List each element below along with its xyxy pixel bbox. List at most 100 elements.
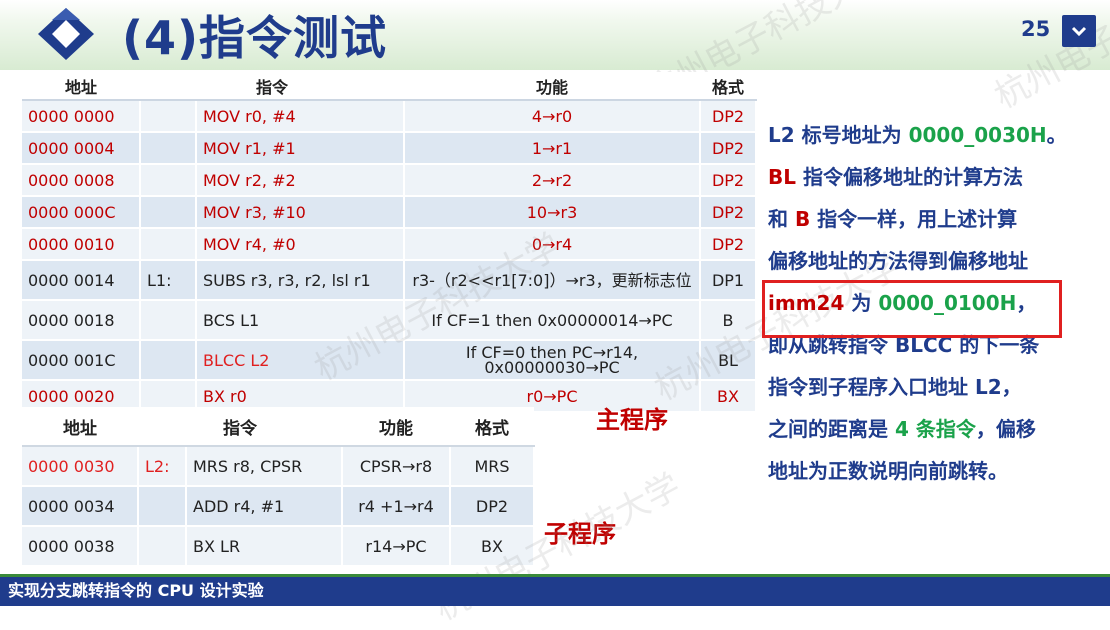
- label-cell: [140, 196, 197, 229]
- instruction-cell: MOV r3, #10: [196, 196, 406, 229]
- label-cell: L2:: [138, 446, 187, 487]
- address-cell: 0000 0014: [22, 260, 141, 301]
- format-cell: DP2: [700, 100, 758, 133]
- address-cell: 0000 0018: [22, 300, 141, 341]
- function-cell: CPSR→r8: [342, 446, 451, 487]
- address-cell: 0000 001C: [22, 340, 141, 381]
- function-cell: 4→r0: [404, 100, 702, 133]
- header-instruction: 指令: [138, 407, 342, 447]
- address-cell: 0000 0038: [22, 526, 139, 567]
- page-number: 25: [1021, 17, 1051, 41]
- table-header-row: 地址 指令 功能 格式: [22, 407, 534, 447]
- address-cell: 0000 0008: [22, 164, 141, 197]
- table-row: 0000 0008 MOV r2, #2 2→r2 DP2: [22, 164, 758, 197]
- format-cell: BX: [450, 526, 535, 567]
- header-format: 格式: [700, 72, 757, 101]
- table-row: 0000 0018 BCS L1 If CF=1 then 0x00000014…: [22, 300, 758, 341]
- format-cell: BL: [700, 340, 758, 381]
- table-row: 0000 0034 ADD r4, #1 r4 +1→r4 DP2: [22, 486, 535, 527]
- explanation-line: 和 B 指令一样，用上述计算: [768, 198, 1108, 240]
- text-span: ，偏移: [975, 417, 1036, 441]
- function-cell: If CF=1 then 0x00000014→PC: [404, 300, 702, 341]
- instruction-cell: ADD r4, #1: [186, 486, 343, 527]
- text-span: L2 标号地址为: [768, 123, 909, 147]
- label-cell: [140, 300, 197, 341]
- label-cell: [140, 100, 197, 133]
- header-format: 格式: [450, 407, 534, 447]
- format-cell: DP2: [700, 196, 758, 229]
- instruction-cell: BX LR: [186, 526, 343, 567]
- address-cell: 0000 000C: [22, 196, 141, 229]
- function-cell: 10→r3: [404, 196, 702, 229]
- explanation-line: 指令到子程序入口地址 L2，: [768, 375, 1022, 399]
- instruction-cell: MOV r1, #1: [196, 132, 406, 165]
- instruction-cell: SUBS r3, r3, r2, lsl r1: [196, 260, 406, 301]
- table-row: 0000 0038 BX LR r14→PC BX: [22, 526, 535, 567]
- address-cell: 0000 0034: [22, 486, 139, 527]
- label-cell: L1:: [140, 260, 197, 301]
- table-row: 0000 0000 MOV r0, #4 4→r0 DP2: [22, 100, 758, 133]
- instruction-cell: BCS L1: [196, 300, 406, 341]
- text-span: 和: [768, 207, 795, 231]
- label-cell: [140, 132, 197, 165]
- explanation-line: 之间的距离是 4 条指令，偏移: [768, 408, 1108, 450]
- address-cell: 0000 0000: [22, 100, 141, 133]
- instruction-cell: MOV r0, #4: [196, 100, 406, 133]
- function-cell: 0→r4: [404, 228, 702, 261]
- keyword-b: B: [794, 207, 811, 231]
- explanation-line: BL 指令偏移地址的计算方法: [768, 156, 1108, 198]
- text-span: 指令偏移地址的计算方法: [796, 165, 1023, 189]
- function-cell: 2→r2: [404, 164, 702, 197]
- header-instruction: 指令: [140, 72, 405, 101]
- address-cell: 0000 0010: [22, 228, 141, 261]
- label-cell: [138, 486, 187, 527]
- function-cell: r3-（r2<<r1[7:0]）→r3，更新标志位: [404, 260, 702, 301]
- function-cell: 1→r1: [404, 132, 702, 165]
- function-cell: r14→PC: [342, 526, 451, 567]
- main-program-table: 地址 指令 功能 格式 0000 0000 MOV r0, #4 4→r0 DP…: [22, 72, 758, 413]
- text-span: 指令一样，用上述计算: [810, 207, 1018, 231]
- highlight-box: [762, 280, 1062, 338]
- format-cell: DP2: [700, 132, 758, 165]
- keyword-bl: BL: [768, 165, 796, 189]
- address-highlight: 0000_0030H: [908, 123, 1047, 147]
- page-menu-button[interactable]: [1062, 15, 1096, 47]
- address-cell: 0000 0030: [22, 446, 139, 487]
- label-cell: [140, 340, 197, 381]
- table-row: 0000 0030 L2: MRS r8, CPSR CPSR→r8 MRS: [22, 446, 535, 487]
- footer-text: 实现分支跳转指令的 CPU 设计实验: [8, 581, 264, 600]
- function-cell: r4 +1→r4: [342, 486, 451, 527]
- table-row: 0000 0010 MOV r4, #0 0→r4 DP2: [22, 228, 758, 261]
- format-cell: DP2: [700, 228, 758, 261]
- instruction-cell: MRS r8, CPSR: [186, 446, 343, 487]
- table-row: 0000 0004 MOV r1, #1 1→r1 DP2: [22, 132, 758, 165]
- format-cell: DP1: [700, 260, 758, 301]
- function-cell: If CF=0 then PC→r14, 0x00000030→PC: [404, 340, 702, 381]
- instruction-cell: MOV r4, #0: [196, 228, 406, 261]
- table-row: 0000 0014 L1: SUBS r3, r3, r2, lsl r1 r3…: [22, 260, 758, 301]
- explanation-line: L2 标号地址为 0000_0030H。: [768, 114, 1108, 156]
- text-span: 之间的距离是: [768, 417, 895, 441]
- chevron-down-icon: [1071, 26, 1087, 37]
- format-cell: BX: [700, 380, 758, 413]
- header-function: 功能: [342, 407, 450, 447]
- label-cell: [140, 228, 197, 261]
- label-cell: [140, 164, 197, 197]
- main-program-label: 主程序: [596, 406, 668, 434]
- explanation-line: 地址为正数说明向前跳转。: [768, 459, 1008, 483]
- address-cell: 0000 0004: [22, 132, 141, 165]
- table-header-row: 地址 指令 功能 格式: [22, 72, 757, 101]
- format-cell: DP2: [700, 164, 758, 197]
- text-span: 。: [1046, 123, 1067, 147]
- instruction-cell: BLCC L2: [196, 340, 406, 381]
- slide-header: (4)指令测试 杭州电子科技大学 杭州电子科技大学 25: [0, 0, 1110, 117]
- diamond-logo-icon: [38, 8, 94, 60]
- format-cell: DP2: [450, 486, 535, 527]
- label-cell: [138, 526, 187, 567]
- subroutine-label: 子程序: [544, 520, 616, 548]
- table-row: 0000 000C MOV r3, #10 10→r3 DP2: [22, 196, 758, 229]
- slide-title: (4)指令测试: [122, 11, 388, 65]
- explanation-line: 偏移地址的方法得到偏移地址: [768, 249, 1028, 273]
- table-row: 0000 001C BLCC L2 If CF=0 then PC→r14, 0…: [22, 340, 758, 381]
- format-cell: B: [700, 300, 758, 341]
